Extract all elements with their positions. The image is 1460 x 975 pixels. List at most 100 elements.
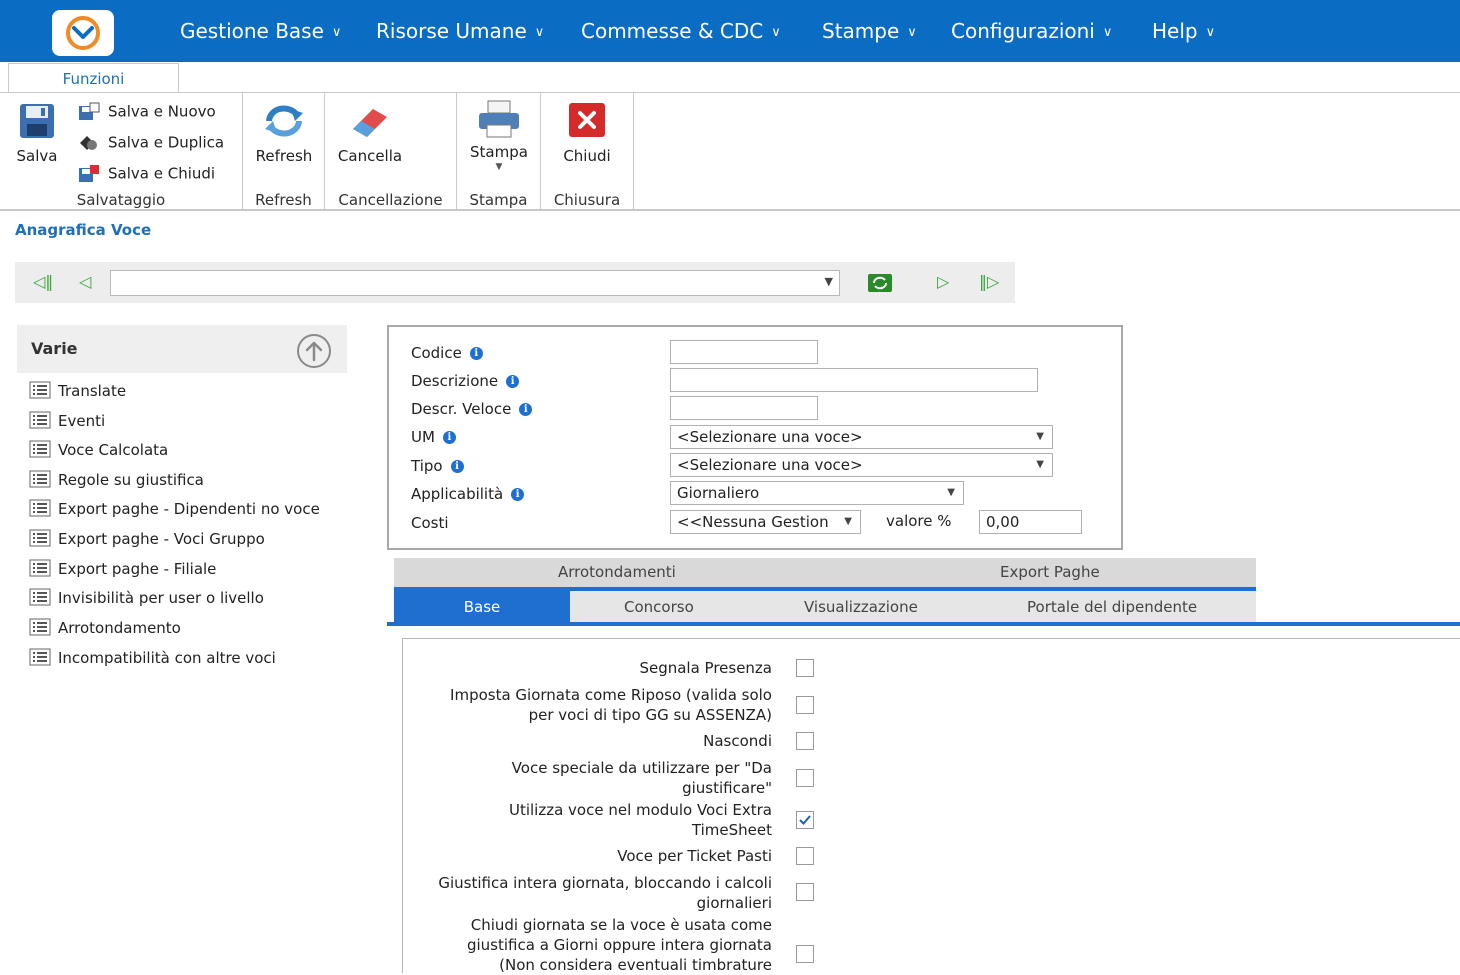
floppy-disk-icon [20, 104, 54, 138]
refresh-button[interactable]: Refresh [247, 101, 321, 165]
varie-item[interactable]: Translate [29, 381, 126, 401]
option-checkbox[interactable] [796, 883, 814, 901]
previous-record-icon[interactable]: ◁ [79, 272, 91, 291]
menu-gestione-base[interactable]: Gestione Base ∨ [180, 0, 341, 62]
eraser-icon [353, 109, 387, 137]
info-icon[interactable]: i [519, 403, 533, 416]
menu-stampe[interactable]: Stampe ∨ [822, 0, 917, 62]
group-label-refresh: Refresh [255, 191, 312, 209]
info-icon[interactable]: i [442, 431, 456, 444]
option-label-line: giustifica a Giorni oppure intera giorna… [466, 936, 772, 954]
salva-button[interactable]: Salva [10, 101, 64, 165]
varie-item[interactable]: Export paghe - Filiale [29, 559, 217, 579]
codice-input[interactable] [670, 340, 818, 364]
menu-configurazioni[interactable]: Configurazioni ∨ [951, 0, 1112, 62]
first-record-icon[interactable]: ◁‖ [33, 272, 53, 291]
dropdown-arrow-icon: ▼ [1036, 459, 1044, 470]
option-label-line: (Non considera eventuali timbrature [499, 956, 772, 974]
option-checkbox[interactable] [796, 811, 814, 829]
menu-commesse-cdc[interactable]: Commesse & CDC ∨ [581, 0, 781, 62]
list-icon [29, 559, 51, 576]
varie-item-label: Export paghe - Dipendenti no voce [58, 500, 320, 518]
reload-record-icon[interactable] [868, 274, 892, 292]
costi-select[interactable]: <<Nessuna Gestion ▼ [670, 510, 861, 534]
info-icon[interactable]: i [511, 488, 525, 501]
record-select[interactable]: ▼ [110, 270, 840, 296]
info-icon[interactable]: i [506, 375, 520, 388]
dropdown-arrow-icon: ▼ [844, 516, 852, 527]
ribbon-group-refresh: Refresh Refresh [243, 93, 325, 210]
option-label-line: Imposta Giornata come Riposo (valida sol… [450, 686, 772, 704]
varie-item[interactable]: Arrotondamento [29, 618, 181, 638]
menu-risorse-umane[interactable]: Risorse Umane ∨ [376, 0, 544, 62]
option-label: Voce per Ticket Pasti [403, 846, 772, 866]
varie-item-label: Voce Calcolata [58, 441, 169, 459]
varie-item[interactable]: Voce Calcolata [29, 440, 169, 460]
base-options-panel: Segnala Presenza Imposta Giornata come Ri… [402, 638, 1460, 974]
salva-e-nuovo-button[interactable]: Salva e Nuovo [78, 102, 216, 122]
chiudi-button[interactable]: Chiudi [550, 101, 624, 165]
option-label: Segnala Presenza [403, 658, 772, 678]
varie-item[interactable]: Incompatibilità con altre voci [29, 648, 276, 668]
checkmark-icon [799, 815, 811, 825]
list-icon [29, 499, 51, 516]
chevron-down-icon: ∨ [1205, 25, 1216, 40]
ribbon-group-stampa: Stampa ▼ Stampa [457, 93, 541, 210]
varie-panel-header: Varie [17, 325, 347, 373]
list-icon [29, 648, 51, 665]
option-checkbox[interactable] [796, 696, 814, 714]
um-select[interactable]: <Selezionare una voce> ▼ [670, 425, 1053, 449]
tab-base[interactable]: Base [394, 587, 570, 623]
list-icon [29, 440, 51, 457]
collapse-up-icon[interactable] [297, 334, 331, 368]
tab-export-paghe[interactable]: Export Paghe [1000, 563, 1100, 581]
varie-item[interactable]: Invisibilità per user o livello [29, 588, 264, 608]
tab-visualizzazione[interactable]: Visualizzazione [804, 598, 918, 616]
tab-arrotondamenti[interactable]: Arrotondamenti [558, 563, 676, 581]
salva-e-chiudi-button[interactable]: Salva e Chiudi [78, 164, 215, 184]
descr-veloce-input[interactable] [670, 396, 818, 420]
group-label-cancellazione: Cancellazione [338, 191, 443, 209]
varie-item-label: Invisibilità per user o livello [58, 589, 264, 607]
info-icon[interactable]: i [450, 460, 464, 473]
option-label-line: Giustifica intera giornata, bloccando i … [438, 874, 772, 892]
dropdown-arrow-icon: ▼ [495, 162, 503, 172]
varie-item[interactable]: Export paghe - Dipendenti no voce [29, 499, 320, 519]
cancella-button[interactable]: Cancella [333, 101, 407, 165]
info-icon[interactable]: i [469, 347, 483, 360]
next-record-icon[interactable]: ▷ [937, 272, 949, 291]
stampa-button[interactable]: Stampa ▼ [462, 99, 536, 173]
option-label-line: TimeSheet [691, 821, 772, 839]
option-checkbox[interactable] [796, 847, 814, 865]
tab-concorso[interactable]: Concorso [624, 598, 694, 616]
varie-item[interactable]: Eventi [29, 411, 106, 431]
last-record-icon[interactable]: ‖▷ [979, 272, 999, 291]
valore-percent-input[interactable]: 0,00 [979, 510, 1082, 534]
tab-portale-del-dipendente[interactable]: Portale del dipendente [1027, 598, 1197, 616]
varie-item[interactable]: Regole su giustifica [29, 470, 204, 490]
applicabilita-select[interactable]: Giornaliero ▼ [670, 481, 964, 505]
um-label: UM i [411, 428, 456, 446]
varie-item-label: Eventi [58, 412, 106, 430]
ribbon-tab-funzioni[interactable]: Funzioni [8, 63, 179, 93]
ribbon-group-chiusura: Chiudi Chiusura [541, 93, 634, 210]
tipo-select[interactable]: <Selezionare una voce> ▼ [670, 453, 1053, 477]
option-label: Nascondi [403, 731, 772, 751]
app-logo[interactable] [52, 10, 114, 56]
chevron-down-icon: ∨ [907, 25, 917, 40]
group-label-salvataggio: Salvataggio [76, 191, 166, 209]
option-checkbox[interactable] [796, 769, 814, 787]
applicabilita-label: Applicabilità i [411, 485, 525, 503]
voce-form: Codice i Descrizione i Descr. Veloce i UM i … [387, 325, 1123, 550]
varie-item[interactable]: Export paghe - Voci Gruppo [29, 529, 265, 549]
salva-e-duplica-button[interactable]: Salva e Duplica [78, 133, 224, 153]
descrizione-input[interactable] [670, 368, 1038, 392]
list-icon [29, 470, 51, 487]
page-title: Anagrafica Voce [15, 221, 152, 239]
varie-item-label: Export paghe - Voci Gruppo [58, 530, 265, 548]
option-checkbox[interactable] [796, 945, 814, 963]
menu-help[interactable]: Help ∨ [1152, 0, 1215, 62]
option-checkbox[interactable] [796, 732, 814, 750]
option-checkbox[interactable] [796, 659, 814, 677]
varie-item-label: Export paghe - Filiale [58, 560, 217, 578]
